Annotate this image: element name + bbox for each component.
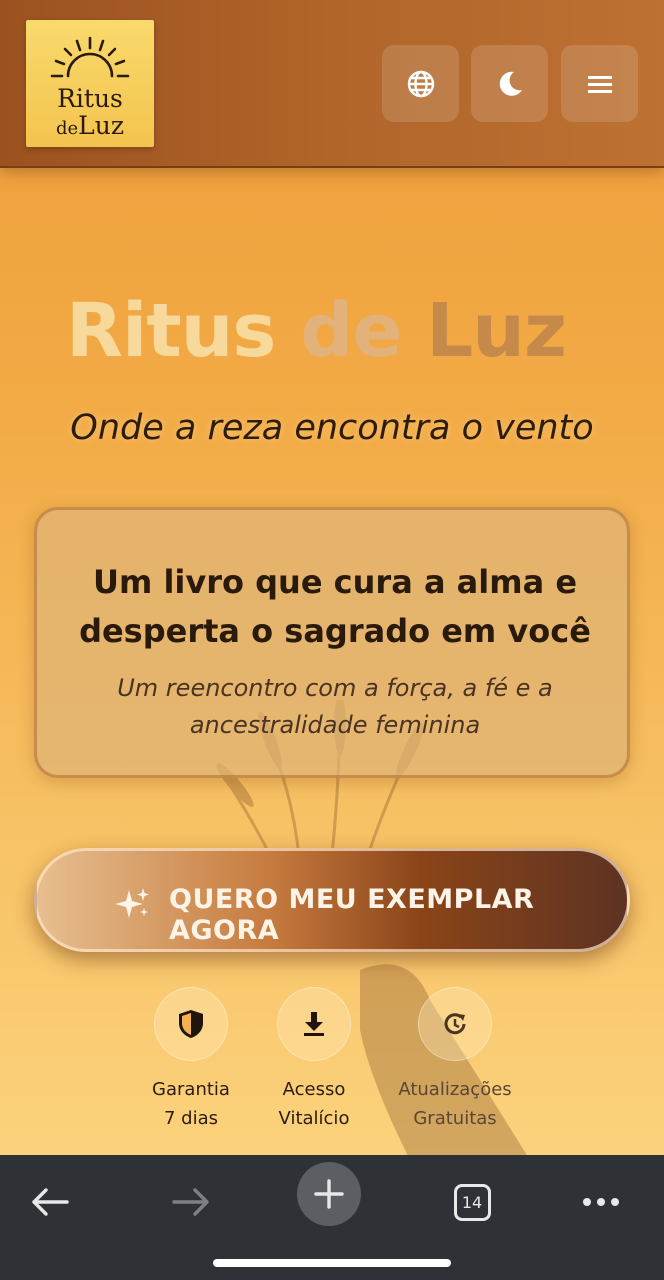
dark-mode-toggle[interactable]	[471, 45, 548, 122]
hero-tagline: Onde a reza encontra o vento	[70, 408, 594, 448]
feature-free-updates-line-2: Gratuitas	[413, 1108, 497, 1129]
logo-text-de: de	[55, 118, 79, 139]
hero-title-word-luz: Luz	[426, 288, 567, 374]
logo-text-luz: Luz	[78, 111, 125, 140]
feature-lifetime-access: Acesso Vitalício	[239, 987, 389, 1133]
feature-free-updates-line-1: Atualizações	[398, 1079, 512, 1100]
globe-icon	[407, 70, 434, 97]
more-button[interactable]	[566, 1167, 636, 1237]
refresh-clock-icon	[418, 987, 492, 1061]
logo-text-line-2: deLuz	[26, 113, 154, 138]
feature-lifetime-access-line-1: Acesso	[282, 1079, 346, 1100]
tab-count: 14	[461, 1192, 483, 1212]
feature-lifetime-access-label: Acesso Vitalício	[239, 1075, 389, 1133]
logo-text-line-1: Ritus	[57, 84, 123, 113]
feature-free-updates-label: Atualizações Gratuitas	[380, 1075, 530, 1133]
logo[interactable]: Ritus deLuz	[26, 20, 154, 147]
download-icon	[277, 987, 351, 1061]
shield-icon	[154, 987, 228, 1061]
moon-icon	[499, 71, 522, 96]
card-subtitle-line-1: Um reencontro com a força, a fé e a	[117, 674, 553, 702]
site-header: Ritus deLuz	[0, 0, 664, 168]
buy-now-button[interactable]: QUERO MEU EXEMPLAR AGORA	[34, 848, 630, 952]
new-tab-icon	[314, 1179, 344, 1209]
tabs-icon: 14	[453, 1183, 491, 1221]
card-title-line-1: Um livro que cura a alma e	[92, 563, 578, 601]
hero-title-word-ritus: Ritus	[66, 288, 276, 374]
tabs-button[interactable]: 14	[437, 1167, 507, 1237]
sun-logo-icon	[50, 36, 130, 78]
hero-title-word-de: de	[300, 288, 402, 374]
new-tab-button[interactable]	[297, 1162, 361, 1226]
card-subtitle: Um reencontro com a força, a fé e a ance…	[37, 670, 633, 744]
hero-title: Ritus de Luz	[0, 288, 664, 374]
forward-button[interactable]	[156, 1167, 226, 1237]
card-title-line-2: desperta o sagrado em você	[79, 612, 591, 650]
back-button[interactable]	[15, 1167, 85, 1237]
buy-now-label: QUERO MEU EXEMPLAR AGORA	[169, 884, 535, 946]
forward-icon	[172, 1188, 209, 1216]
menu-icon	[587, 75, 612, 93]
more-icon	[583, 1198, 619, 1206]
page-background: Ritus de Luz Onde a reza encontra o vent…	[0, 0, 664, 1155]
card-subtitle-line-2: ancestralidade feminina	[189, 711, 481, 739]
feature-lifetime-access-line-2: Vitalício	[278, 1108, 350, 1129]
card-title: Um livro que cura a alma e desperta o sa…	[37, 558, 633, 656]
menu-button[interactable]	[561, 45, 638, 122]
home-indicator[interactable]	[213, 1259, 451, 1267]
book-intro-card: Um livro que cura a alma e desperta o sa…	[34, 507, 630, 778]
sparkles-icon	[115, 888, 149, 918]
language-button[interactable]	[382, 45, 459, 122]
feature-free-updates: Atualizações Gratuitas	[380, 987, 530, 1133]
back-icon	[32, 1188, 69, 1216]
